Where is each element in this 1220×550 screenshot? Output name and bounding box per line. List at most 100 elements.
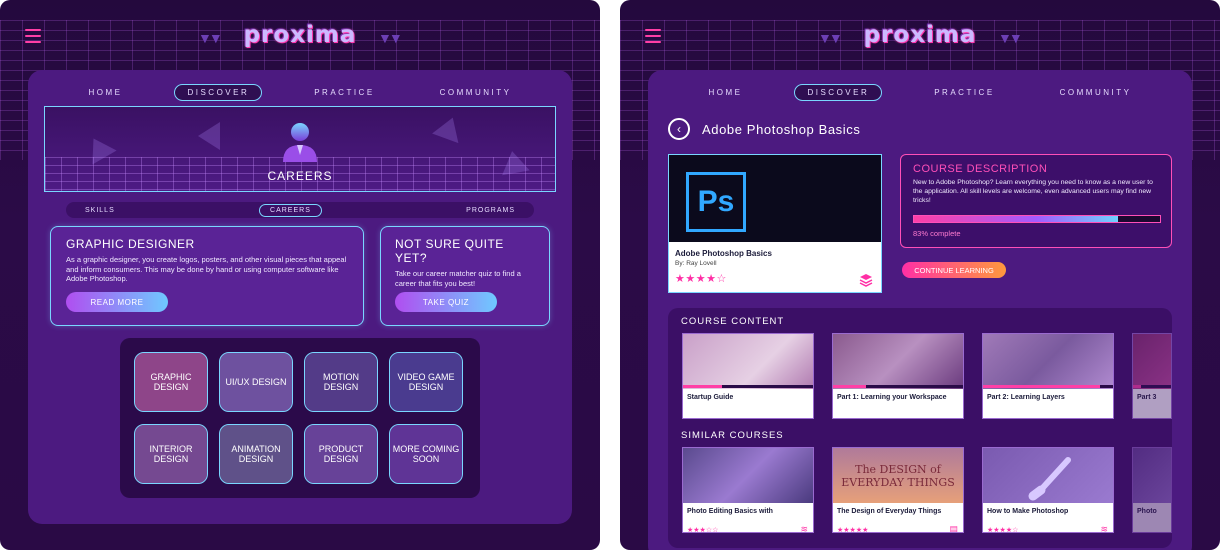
nav-discover[interactable]: DISCOVER [794,84,883,101]
course-thumbnail [1133,448,1171,503]
course-thumbnail [983,448,1113,503]
lesson-thumbnail [833,334,963,389]
lesson-thumbnail [983,334,1113,389]
careers-screen: ▼▼ proxima ▼▼ HOME DISCOVER PRACTICE COM… [0,0,600,550]
lesson-progress-bar [1133,385,1171,388]
app-logo: proxima [243,22,357,48]
description-text: New to Adobe Photoshop? Learn everything… [913,179,1153,204]
main-panel: HOME DISCOVER PRACTICE COMMUNITY ‹ Adobe… [648,70,1192,550]
career-tiles-grid: GRAPHIC DESIGN UI/UX DESIGN MOTION DESIG… [120,338,480,498]
tile-label: GRAPHIC DESIGN [150,371,192,393]
tile-animation-design[interactable]: ANIMATION DESIGN [219,424,293,484]
tile-label: INTERIOR DESIGN [149,443,193,465]
rating-stars: ★★★★☆ [987,527,1019,533]
careers-subnav: SKILLS CAREERS PROGRAMS [66,202,534,218]
main-panel: HOME DISCOVER PRACTICE COMMUNITY CAREERS… [28,70,572,524]
course-content-title: COURSE CONTENT [681,316,785,327]
nav-discover[interactable]: DISCOVER [174,84,263,101]
lesson-progress-bar [833,385,963,388]
tile-label: ANIMATION DESIGN [231,443,281,465]
continue-learning-button[interactable]: CONTINUE LEARNING [902,262,1006,278]
rating-stars: ★★★★☆ [675,273,727,285]
course-title: How to Make Photoshop [987,508,1069,515]
nav-community[interactable]: COMMUNITY [1047,84,1145,101]
lesson-title: Part 2: Learning Layers [987,394,1065,401]
tile-product-design[interactable]: PRODUCT DESIGN [304,424,378,484]
lesson-thumbnail [683,334,813,389]
lesson-progress-bar [983,385,1113,388]
card-title: NOT SURE QUITE YET? [395,237,504,265]
rating-stars: ★★★★★ [837,527,869,533]
course-content-panel: COURSE CONTENT Startup Guide Part 1: Lea… [668,308,1172,548]
layers-icon: ≋ [800,524,808,533]
similar-course-card[interactable]: Photo [1132,447,1172,533]
top-nav: HOME DISCOVER PRACTICE COMMUNITY [28,84,572,101]
lesson-progress-fill [983,385,1100,388]
lesson-title: Part 1: Learning your Workspace [837,394,947,401]
course-progress-bar [913,215,1161,223]
nav-community[interactable]: COMMUNITY [427,84,525,101]
similar-courses-title: SIMILAR COURSES [681,430,784,441]
progress-label: 83% complete [913,229,961,238]
tile-label: VIDEO GAME DESIGN [397,371,455,393]
top-nav: HOME DISCOVER PRACTICE COMMUNITY [648,84,1192,101]
tile-uiux-design[interactable]: UI/UX DESIGN [219,352,293,412]
book-icon: ▤ [949,524,958,533]
course-title: Photo Editing Basics with [687,508,773,515]
layers-icon: ≋ [1100,524,1108,533]
lesson-card[interactable]: Startup Guide [682,333,814,419]
photoshop-logo-icon: Ps [686,172,746,232]
similar-course-card[interactable]: Photo Editing Basics with ★★★☆☆ ≋ [682,447,814,533]
course-screen: ▼▼ proxima ▼▼ HOME DISCOVER PRACTICE COM… [620,0,1220,550]
lesson-title: Part 3 [1137,394,1157,401]
triangle-decoration-icon: ▼▼ [378,30,403,46]
lesson-card[interactable]: Part 3 [1132,333,1172,419]
nav-home[interactable]: HOME [695,84,755,101]
course-title: Photo [1137,508,1157,515]
tile-motion-design[interactable]: MOTION DESIGN [304,352,378,412]
menu-icon[interactable] [645,29,661,43]
course-thumbnail [683,448,813,503]
tile-video-game-design[interactable]: VIDEO GAME DESIGN [389,352,463,412]
tile-label: PRODUCT DESIGN [318,443,364,465]
lesson-card[interactable]: Part 2: Learning Layers [982,333,1114,419]
graphic-designer-card: GRAPHIC DESIGNER As a graphic designer, … [50,226,364,326]
menu-icon[interactable] [25,29,41,43]
nav-practice[interactable]: PRACTICE [301,84,387,101]
page-title: Adobe Photoshop Basics [702,122,861,137]
read-more-button[interactable]: READ MORE [66,292,168,312]
course-card[interactable]: Ps Adobe Photoshop Basics By: Ray Lovell… [668,154,882,293]
subnav-programs[interactable]: PROGRAMS [455,204,526,217]
progress-fill [914,216,1119,222]
layers-icon [859,273,873,287]
nav-practice[interactable]: PRACTICE [921,84,1007,101]
description-title: COURSE DESCRIPTION [913,163,1048,175]
tile-interior-design[interactable]: INTERIOR DESIGN [134,424,208,484]
triangle-decoration-icon: ▼▼ [998,30,1023,46]
lesson-progress-fill [833,385,866,388]
back-arrow-icon[interactable]: ‹ [668,118,690,140]
triangle-decoration-icon [198,122,220,150]
tile-label: MORE COMING SOON [392,443,460,465]
person-icon [283,123,317,162]
lesson-card[interactable]: Part 1: Learning your Workspace [832,333,964,419]
lesson-title: Startup Guide [687,394,734,401]
subnav-skills[interactable]: SKILLS [74,204,126,217]
careers-banner: CAREERS [44,106,556,192]
lesson-progress-bar [683,385,813,388]
triangle-decoration-icon: ▼▼ [818,30,843,46]
similar-course-card[interactable]: The DESIGN of EVERYDAY THINGS The Design… [832,447,964,533]
subnav-careers[interactable]: CAREERS [259,203,322,217]
triangle-decoration-icon: ▼▼ [198,30,223,46]
rating-stars: ★★★☆☆ [687,527,719,533]
similar-course-card[interactable]: How to Make Photoshop ★★★★☆ ≋ [982,447,1114,533]
tile-graphic-design[interactable]: GRAPHIC DESIGN [134,352,208,412]
app-logo: proxima [863,22,977,48]
card-title: GRAPHIC DESIGNER [66,237,195,251]
book-cover: The DESIGN of EVERYDAY THINGS [833,448,963,503]
lesson-thumbnail [1133,334,1171,389]
course-description-box: COURSE DESCRIPTION New to Adobe Photosho… [900,154,1172,248]
nav-home[interactable]: HOME [75,84,135,101]
take-quiz-button[interactable]: TAKE QUIZ [395,292,497,312]
course-title: The Design of Everyday Things [837,508,942,515]
